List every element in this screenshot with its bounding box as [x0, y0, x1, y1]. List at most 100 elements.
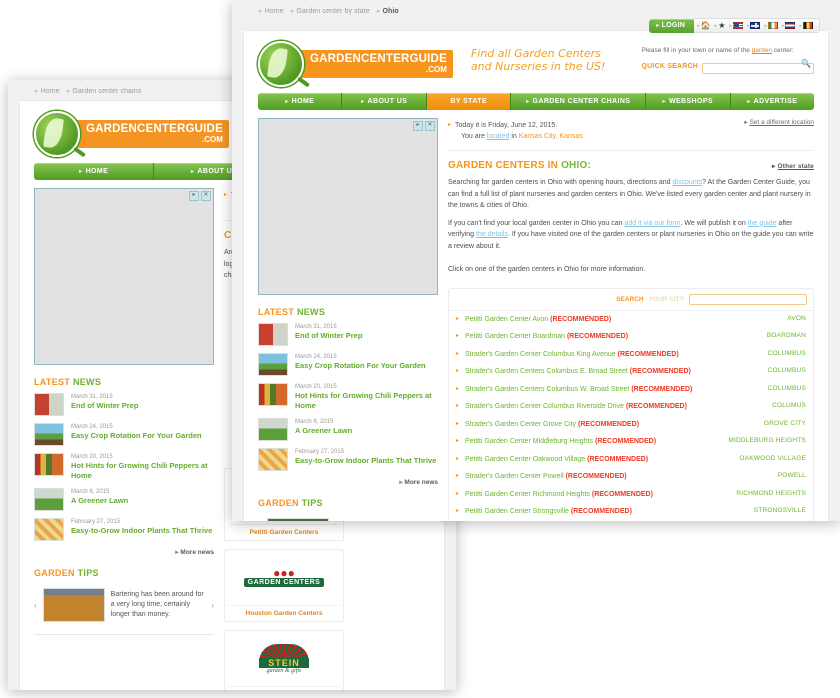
gc-name[interactable]: Petitti Garden Center Strongsville (RECO… [465, 507, 748, 517]
utility-bar[interactable]: ▸ LOGIN ▸ 🏠 ▸ ★ ▸ ▸ ▸ ▸ ▸ [649, 18, 820, 33]
search-city-input[interactable] [689, 293, 807, 305]
table-row[interactable]: ▸ Petitti Garden Center Strongsville (REC… [449, 503, 813, 521]
gc-name[interactable]: Strader's Garden Center Grove City (RECO… [465, 420, 758, 430]
garden-tip-carousel[interactable]: ‹ Bartering has been around for a very l… [34, 588, 214, 622]
discounts-link[interactable]: discounts [673, 179, 703, 186]
flag-us-item[interactable]: ▸ [729, 22, 743, 29]
gc-name[interactable]: Strader's Garden Center Columbus King Av… [465, 350, 762, 360]
table-row[interactable]: ▸ Strader's Garden Center Columbus King A… [449, 346, 813, 364]
login-button[interactable]: ▸ LOGIN [649, 18, 695, 33]
back-logo[interactable]: GARDENCENTERGUIDE .COM [34, 111, 229, 158]
news-title[interactable]: A Greener Lawn [295, 426, 352, 436]
news-title[interactable]: Easy Crop Rotation For Your Garden [295, 361, 426, 371]
the-details-link[interactable]: the details [476, 231, 508, 238]
gc-name[interactable]: Petitti Garden Center Oakwood Village (R… [465, 455, 733, 465]
news-title[interactable]: Easy-to-Grow Indoor Plants That Thrive [71, 526, 212, 536]
front-nav-advertise[interactable]: ▸ ADVERTISE [730, 93, 814, 110]
flag-uk-item[interactable]: ▸ [747, 22, 761, 29]
flag-be-icon[interactable] [803, 22, 813, 29]
ad-info-icon[interactable]: ▸ [189, 191, 199, 201]
table-row[interactable]: ▸ Petitti Garden Center Avon (RECOMMENDED… [449, 311, 813, 329]
qs-hint-link[interactable]: garden [752, 47, 772, 54]
list-item[interactable]: March 24, 2015 Easy Crop Rotation For Yo… [34, 423, 214, 446]
flag-uk-icon[interactable] [750, 22, 761, 29]
home-icon-item[interactable]: ▸ 🏠 [697, 21, 711, 30]
star-icon[interactable]: ★ [718, 21, 725, 30]
front-nav-home[interactable]: ▸ HOME [258, 93, 343, 110]
news-title[interactable]: Hot Hints for Growing Chili Peppers at H… [295, 391, 438, 411]
list-item[interactable]: February 27, 2015 Easy-to-Grow Indoor Pl… [258, 448, 438, 471]
list-item[interactable]: March 6, 2015 A Greener Lawn [258, 418, 438, 441]
list-item[interactable]: March 31, 2015 End of Winter Prep [34, 393, 214, 416]
front-nav-bystate[interactable]: BY STATE [426, 93, 512, 110]
table-row[interactable]: ▸ Strader's Garden Center Grove City (REC… [449, 416, 813, 434]
news-title[interactable]: A Greener Lawn [71, 496, 128, 506]
the-guide-link[interactable]: the guide [748, 220, 777, 227]
front-logo[interactable]: GARDENCENTERGUIDE .COM [258, 41, 453, 88]
gc-name[interactable]: Petitti Garden Center Richmond Heights (… [465, 490, 730, 500]
flag-ie-icon[interactable] [767, 22, 778, 29]
table-row[interactable]: ▸ Petitti Garden Center Boardman (RECOMME… [449, 328, 813, 346]
gc-name[interactable]: Strader's Garden Centers Columbus E. Bro… [465, 367, 762, 377]
breadcrumb-home[interactable]: Home [265, 8, 284, 15]
table-row[interactable]: ▸Petitti Garden Center Tallmadge (RECOMM… [449, 521, 813, 522]
chain-card[interactable]: STEIN garden & gifts Stein Garden & Gift… [224, 629, 344, 690]
news-title[interactable]: Hot Hints for Growing Chili Peppers at H… [71, 461, 214, 481]
list-item[interactable]: March 31, 2015 End of Winter Prep [258, 323, 438, 346]
table-row[interactable]: ▸ Petitti Garden Center Middleburg Height… [449, 433, 813, 451]
more-news-link[interactable]: ▸ More news [34, 548, 214, 556]
ad-close-icon[interactable]: ✕ [201, 191, 211, 201]
front-main-nav[interactable]: ▸ HOME ▸ ABOUT US BY STATE ▸ GARDEN CENTER … [258, 93, 814, 110]
breadcrumb-by-state[interactable]: Garden center by state [296, 8, 369, 15]
ad-info-icon[interactable]: ▸ [413, 121, 423, 131]
search-icon[interactable]: 🔍 [801, 59, 811, 68]
set-location-block[interactable]: ▸ Set a different location [744, 118, 814, 126]
list-item[interactable]: February 27, 2015 Easy-to-Grow Indoor Pl… [34, 518, 214, 541]
add-form-link[interactable]: add it via our form [624, 220, 680, 227]
garden-tip-carousel[interactable]: ‹ Do you have a small garden? Try permac… [258, 518, 438, 521]
table-row[interactable]: ▸ Strader's Garden Center Columbus Rivers… [449, 398, 813, 416]
other-state-block[interactable]: ▸ Other state [772, 162, 814, 170]
table-row[interactable]: ▸ Petitti Garden Center Oakwood Village (… [449, 451, 813, 469]
gc-name[interactable]: Petitti Garden Center Middleburg Heights… [465, 437, 722, 447]
table-row[interactable]: ▸ Strader's Garden Centers Columbus E. Br… [449, 363, 813, 381]
back-nav-home[interactable]: ▸ HOME [34, 163, 155, 180]
news-title[interactable]: Easy Crop Rotation For Your Garden [71, 431, 202, 441]
flag-ie-item[interactable]: ▸ [764, 22, 778, 29]
ad-close-icon[interactable]: ✕ [425, 121, 435, 131]
list-item[interactable]: March 6, 2015 A Greener Lawn [34, 488, 214, 511]
list-item[interactable]: March 24, 2015 Easy Crop Rotation For Yo… [258, 353, 438, 376]
table-row[interactable]: ▸ Petitti Garden Center Richmond Heights … [449, 486, 813, 504]
gc-name[interactable]: Strader's Garden Centers Columbus W. Bro… [465, 385, 762, 395]
news-title[interactable]: End of Winter Prep [295, 331, 362, 341]
flag-be-item[interactable]: ▸ [799, 22, 813, 29]
gc-name[interactable]: Petitti Garden Center Boardman (RECOMMEN… [465, 332, 761, 342]
quick-search-input[interactable] [702, 63, 814, 74]
gc-name[interactable]: Strader's Garden Center Columbus Riversi… [465, 402, 766, 412]
flag-us-icon[interactable] [732, 22, 743, 29]
home-icon[interactable]: 🏠 [701, 21, 711, 30]
flag-nl-item[interactable]: ▸ [782, 22, 796, 29]
front-nav-about[interactable]: ▸ ABOUT US [342, 93, 427, 110]
advertisement-placeholder[interactable]: ▸ ✕ [258, 118, 438, 295]
chain-card[interactable]: ●●● GARDEN CENTERS Houston Garden Center… [224, 548, 344, 622]
set-location-link[interactable]: Set a different location [749, 119, 814, 126]
star-icon-item[interactable]: ▸ ★ [715, 21, 726, 30]
advertisement-placeholder[interactable]: ▸ ✕ [34, 188, 214, 365]
news-title[interactable]: End of Winter Prep [71, 401, 138, 411]
utility-icons[interactable]: ▸ 🏠 ▸ ★ ▸ ▸ ▸ ▸ ▸ [694, 18, 820, 33]
carousel-next-icon[interactable]: › [211, 601, 214, 610]
breadcrumb-chains[interactable]: Garden center chains [72, 88, 141, 95]
list-item[interactable]: March 20, 2015 Hot Hints for Growing Chi… [34, 453, 214, 481]
front-nav-webshops[interactable]: ▸ WEBSHOPS [646, 93, 731, 110]
located-link[interactable]: located [487, 133, 510, 140]
flag-nl-icon[interactable] [785, 22, 796, 29]
gc-name[interactable]: Petitti Garden Center Avon (RECOMMENDED) [465, 315, 781, 325]
table-row[interactable]: ▸ Strader's Garden Center Powell (RECOMME… [449, 468, 813, 486]
news-title[interactable]: Easy-to-Grow Indoor Plants That Thrive [295, 456, 436, 466]
gc-name[interactable]: Strader's Garden Center Powell (RECOMMEN… [465, 472, 772, 482]
more-news-link[interactable]: ▸ More news [258, 478, 438, 486]
front-browser-window[interactable]: ▸ Home ▸ Garden center by state ▸ Ohio ▸ LOG… [232, 0, 840, 521]
front-nav-chains[interactable]: ▸ GARDEN CENTER CHAINS [511, 93, 647, 110]
other-state-link[interactable]: Other state [777, 163, 814, 170]
